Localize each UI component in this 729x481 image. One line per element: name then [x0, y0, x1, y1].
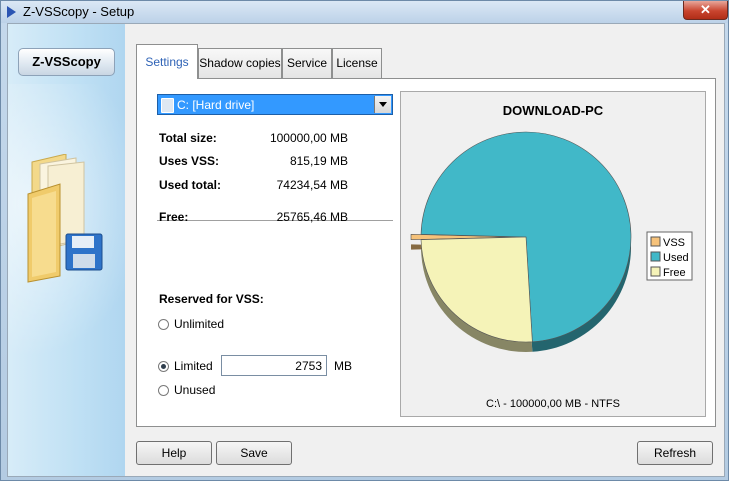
save-button[interactable]: Save: [216, 441, 292, 465]
title-bar: Z-VSScopy - Setup ✕: [1, 1, 728, 23]
free-label: Free:: [159, 210, 189, 224]
settings-panel: C: [Hard drive] Total size: 100000,00 MB…: [136, 78, 716, 427]
radio-unused[interactable]: [158, 385, 169, 396]
folder-floppy-icon: [27, 154, 103, 283]
legend-label-used: Used: [663, 252, 689, 264]
logo-badge: Z-VSScopy: [18, 48, 115, 76]
close-button[interactable]: ✕: [683, 1, 728, 20]
chevron-down-icon[interactable]: [374, 96, 391, 113]
total-size-label: Total size:: [159, 131, 217, 145]
reserved-mb-input[interactable]: [221, 355, 327, 376]
chart-footer: C:\ - 100000,00 MB - NTFS: [486, 398, 620, 410]
pie-slice-free: [420, 236, 533, 343]
used-total-value: 74234,54 MB: [276, 178, 348, 192]
app-window: Z-VSScopy - Setup ✕ Z-VSScopy Settings S…: [0, 0, 729, 481]
uses-vss-value: 815,19 MB: [289, 154, 348, 168]
tab-shadow-copies[interactable]: Shadow copies: [198, 48, 282, 78]
legend-swatch-vss: [650, 236, 661, 247]
window-title: Z-VSScopy - Setup: [23, 4, 135, 19]
used-total-label: Used total:: [159, 178, 222, 192]
disk-usage-chart: DOWNLOAD-PC VSS Used Free C:\ - 100000,00 …: [400, 91, 706, 417]
radio-limited[interactable]: [158, 361, 169, 372]
tab-license[interactable]: License: [332, 48, 382, 78]
pie-chart: VSS Used Free: [410, 131, 693, 352]
tab-settings[interactable]: Settings: [136, 44, 198, 79]
radio-unlimited-label[interactable]: Unlimited: [174, 317, 224, 331]
help-button[interactable]: Help: [136, 441, 212, 465]
uses-vss-label: Uses VSS:: [159, 154, 220, 168]
legend-swatch-used: [650, 251, 661, 262]
total-size-value: 100000,00 MB: [269, 131, 348, 145]
drive-selected-value: C: [Hard drive]: [177, 98, 255, 112]
radio-unlimited[interactable]: [158, 319, 169, 330]
radio-limited-label[interactable]: Limited: [174, 359, 213, 373]
divider: [157, 220, 393, 221]
legend-label-vss: VSS: [663, 237, 685, 249]
radio-unused-label[interactable]: Unused: [174, 383, 215, 397]
refresh-button[interactable]: Refresh: [637, 441, 713, 465]
drive-dropdown[interactable]: C: [Hard drive]: [157, 94, 393, 115]
client-area: Z-VSScopy Settings Shadow copies Service…: [7, 23, 725, 477]
chart-legend: VSS Used Free: [646, 231, 693, 281]
tab-service[interactable]: Service: [282, 48, 332, 78]
drive-icon: [161, 98, 174, 113]
legend-label-free: Free: [663, 267, 686, 279]
reserved-unit: MB: [334, 359, 352, 373]
app-icon: [7, 6, 16, 18]
free-value: 25765,46 MB: [276, 210, 348, 224]
legend-swatch-free: [650, 266, 661, 277]
reserved-heading: Reserved for VSS:: [159, 292, 264, 306]
sidebar: Z-VSScopy: [8, 24, 125, 476]
